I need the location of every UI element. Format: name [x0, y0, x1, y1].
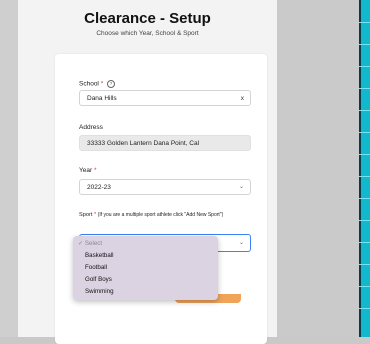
sport-option-golf-boys[interactable]: Golf Boys: [85, 276, 112, 283]
sport-note: (If you are a multiple sport athlete cli…: [97, 212, 224, 218]
school-label: School: [79, 80, 99, 88]
address-value: 33333 Golden Lantern Dana Point, Cal: [87, 140, 200, 147]
clear-icon[interactable]: x: [241, 95, 244, 102]
required-mark: *: [93, 212, 97, 218]
required-mark: *: [93, 167, 97, 174]
left-background: [0, 0, 18, 337]
setup-card: School * ? Dana Hills x Address 33333 Go…: [55, 54, 267, 344]
sport-label: Sport: [79, 212, 93, 218]
strip-line: [359, 198, 370, 199]
school-select[interactable]: Dana Hills x: [79, 90, 251, 106]
sport-dropdown-menu: ✓ Select Basketball Football Golf Boys S…: [73, 236, 218, 300]
sport-option-select[interactable]: ✓ Select: [78, 240, 102, 247]
strip-line: [359, 220, 370, 221]
strip-line: [359, 154, 370, 155]
sport-option-swimming[interactable]: Swimming: [85, 288, 114, 295]
check-icon: ✓: [78, 240, 84, 247]
school-label-row: School * ?: [79, 80, 116, 88]
strip-line: [359, 308, 370, 309]
year-select[interactable]: 2022-23 ⌄: [79, 179, 251, 195]
help-icon[interactable]: ?: [107, 80, 116, 88]
strip-line: [359, 176, 370, 177]
chevron-down-icon: ⌄: [238, 184, 244, 190]
setup-page: Clearance - Setup Choose which Year, Sch…: [18, 0, 277, 344]
sport-option-football[interactable]: Football: [85, 264, 107, 271]
sport-option-basketball[interactable]: Basketball: [85, 252, 114, 259]
address-label: Address: [79, 124, 103, 131]
strip-line: [359, 286, 370, 287]
page-subtitle: Choose which Year, School & Sport: [96, 30, 199, 37]
strip-line: [359, 44, 370, 45]
address-field: 33333 Golden Lantern Dana Point, Cal: [79, 135, 251, 151]
strip-line: [359, 110, 370, 111]
strip-line: [359, 242, 370, 243]
right-edge-strip: [359, 0, 370, 337]
strip-line: [359, 22, 370, 23]
year-label-row: Year *: [79, 167, 96, 174]
year-label: Year: [79, 167, 93, 174]
page-title: Clearance - Setup: [84, 10, 211, 27]
required-mark: *: [100, 80, 104, 88]
year-value: 2022-23: [87, 184, 111, 191]
right-background: [277, 0, 359, 337]
chevron-down-icon: ⌄: [238, 240, 244, 246]
strip-line: [359, 264, 370, 265]
sport-label-row: Sport * (If you are a multiple sport ath…: [79, 211, 257, 220]
school-value: Dana Hills: [87, 95, 117, 102]
strip-line: [359, 88, 370, 89]
strip-line: [359, 132, 370, 133]
strip-line: [359, 66, 370, 67]
